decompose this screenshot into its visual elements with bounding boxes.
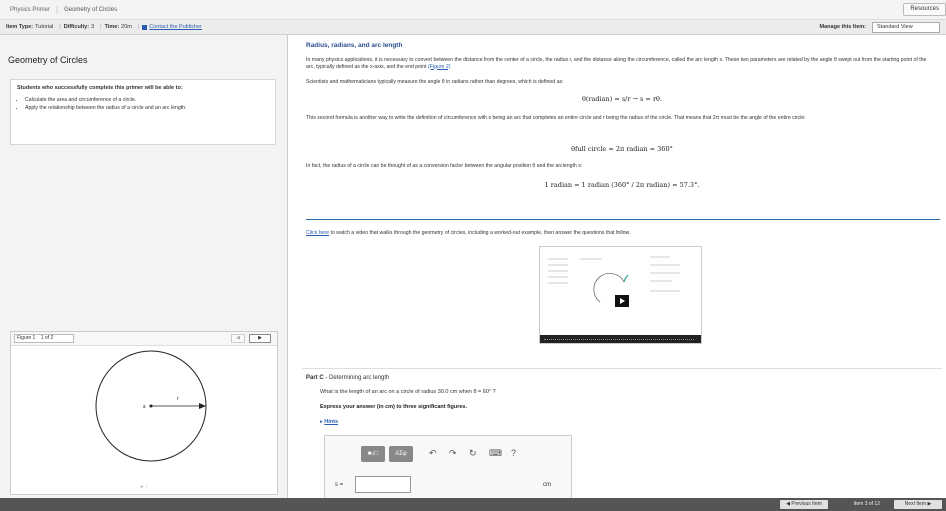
equation-conversion: 1 radian = 1 radian (360° / 2π radian) =… [544, 181, 700, 189]
video-controls[interactable] [540, 335, 701, 343]
list-item: Apply the relationship between the radiu… [25, 105, 269, 112]
redo-icon[interactable]: ↷ [449, 448, 457, 459]
figure-toolbar: Figure 1 1 of 2 ◀ ▶ [11, 332, 277, 346]
figure-pager-dots[interactable]: ● ○ [11, 484, 277, 490]
view-select[interactable]: Standard View [872, 22, 940, 33]
video-thumbnail [548, 256, 680, 303]
top-bar: Physics Primer | Geometry of Circles Res… [0, 0, 946, 20]
video-link[interactable]: Click here [306, 230, 329, 236]
answer-editor: ■√□ AΣφ ↶ ↷ ↻ ⌨ ? s = cm [324, 435, 572, 498]
question-text: What is the length of an arc on a circle… [320, 389, 496, 395]
figure-label-s: s [143, 404, 146, 410]
objectives-box: Students who successfully complete this … [10, 79, 276, 145]
item-type-label: Item Type: [6, 24, 34, 30]
item-type-value: Tutorial [35, 24, 54, 30]
figure-select[interactable]: Figure 1 1 of 2 [14, 334, 74, 343]
objectives-list: Calculate the area and circumference of … [17, 97, 269, 112]
contact-publisher-link[interactable]: Contact the Publisher [142, 24, 202, 30]
figure-select-label: Figure 1 [17, 335, 36, 341]
video-instructions-text: to watch a video that walks through the … [329, 230, 631, 236]
help-icon[interactable]: ? [511, 448, 516, 458]
reset-icon[interactable]: ↻ [469, 448, 477, 459]
figure-2-link[interactable]: (Figure 2) [428, 64, 451, 70]
figure-circle-diagram: s r [95, 350, 207, 462]
figure-count: 1 of 2 [40, 335, 54, 341]
time-label: Time: [104, 24, 120, 30]
breadcrumb-physics-primer[interactable]: Physics Primer [10, 7, 50, 13]
video-progress-bar[interactable] [544, 339, 694, 340]
undo-icon[interactable]: ↶ [429, 448, 437, 459]
video-player[interactable] [539, 246, 702, 344]
bottom-navigation-bar: ◀ Previous Item Item 3 of 12 Next Item ▶ [0, 498, 946, 511]
paragraph-1-text: In many physics applications, it is nece… [306, 57, 927, 70]
figure-next-button[interactable]: ▶ [249, 334, 271, 343]
answer-instructions: Express your answer (in cm) to three sig… [320, 404, 468, 410]
figure-panel: Figure 1 1 of 2 ◀ ▶ s r ● ○ [10, 331, 278, 495]
figure-prev-button[interactable]: ◀ [231, 334, 245, 343]
paragraph-2: Scientists and mathematicians typically … [306, 79, 564, 85]
difficulty-value: 3 [91, 24, 95, 30]
breadcrumb-geometry-of-circles: Geometry of Circles [64, 6, 118, 13]
symbols-button[interactable]: AΣφ [389, 446, 413, 462]
item-info-bar: Item Type: Tutorial | Difficulty: 3 | Ti… [0, 20, 946, 35]
mail-icon [142, 24, 148, 30]
page-title: Geometry of Circles [8, 55, 88, 65]
contact-publisher-label: Contact the Publisher [149, 24, 202, 30]
divider: | [137, 24, 140, 30]
hints-toggle[interactable]: ▸ Hints [320, 419, 338, 425]
next-item-button[interactable]: Next Item ▶ [894, 500, 942, 509]
part-c-label: Part C [306, 375, 324, 381]
item-counter: Item 3 of 12 [853, 501, 880, 507]
paragraph-1: In many physics applications, it is nece… [306, 57, 936, 70]
section-divider [306, 219, 940, 220]
manage-item-label: Manage this Item: [819, 24, 866, 30]
resources-button[interactable]: Resources [903, 3, 946, 16]
divider: | [100, 24, 102, 30]
play-icon[interactable] [615, 295, 629, 307]
answer-variable-label: s = [335, 482, 344, 488]
list-item: Calculate the area and circumference of … [25, 97, 269, 104]
video-instructions: Click here to watch a video that walks t… [306, 230, 936, 237]
previous-item-button[interactable]: ◀ Previous Item [780, 500, 828, 509]
equation-full-circle: θfull circle = 2π radian = 360° [571, 145, 673, 153]
part-c-title[interactable]: Part C - Determining arc length [306, 375, 389, 381]
arrow-head-icon [199, 403, 206, 409]
breadcrumb-separator: | [56, 5, 59, 14]
time-value: 20m [121, 24, 132, 30]
answer-unit: cm [543, 482, 551, 488]
left-panel: Geometry of Circles Students who success… [0, 35, 288, 498]
figure-label-r: r [177, 396, 179, 402]
part-divider [302, 368, 942, 369]
hints-label: Hints [324, 419, 339, 425]
section-title: Radius, radians, and arc length [306, 42, 403, 49]
templates-button[interactable]: ■√□ [361, 446, 385, 462]
keyboard-icon[interactable]: ⌨ [489, 448, 502, 459]
paragraph-3: This second formula is another way to wr… [306, 115, 806, 121]
equation-radian: θ(radian) = s/r → s = rθ. [581, 95, 663, 103]
main-content: Radius, radians, and arc length In many … [302, 35, 942, 498]
answer-input[interactable] [355, 476, 411, 493]
difficulty-label: Difficulty: [63, 24, 90, 30]
paragraph-4: In fact, the radius of a circle can be t… [306, 163, 583, 169]
divider: | [59, 24, 61, 30]
part-c-name: - Determining arc length [323, 375, 390, 381]
objectives-heading: Students who successfully complete this … [17, 85, 183, 91]
